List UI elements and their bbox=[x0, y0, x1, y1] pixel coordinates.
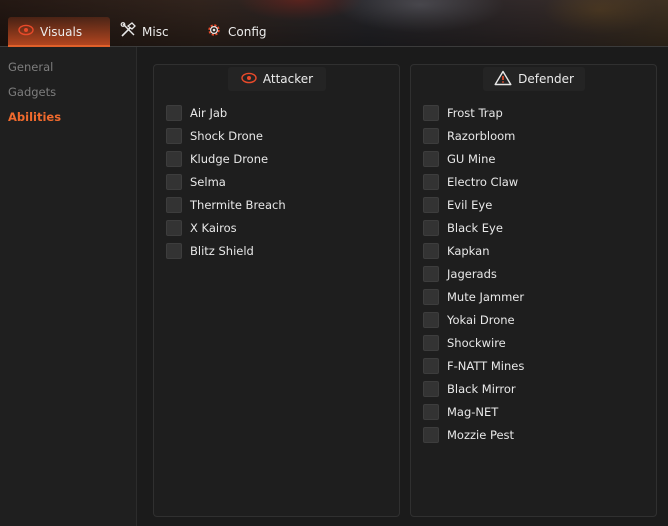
attacker-ability-row[interactable]: Shock Drone bbox=[166, 127, 263, 144]
tab-config[interactable]: Config bbox=[196, 17, 286, 46]
attacker-ability-row[interactable]: Selma bbox=[166, 173, 226, 190]
attacker-ability-checkbox[interactable] bbox=[166, 173, 182, 190]
tab-misc[interactable]: Misc bbox=[110, 17, 196, 46]
defender-title: Defender bbox=[518, 72, 574, 86]
defender-ability-checkbox[interactable] bbox=[423, 403, 439, 420]
sidebar: General Gadgets Abilities bbox=[0, 47, 137, 526]
defender-ability-row[interactable]: Mag-NET bbox=[423, 403, 498, 420]
defender-ability-label: Razorbloom bbox=[447, 128, 516, 143]
defender-ability-row[interactable]: Electro Claw bbox=[423, 173, 518, 190]
attacker-ability-row[interactable]: Air Jab bbox=[166, 104, 227, 121]
eye-icon bbox=[241, 72, 263, 87]
sidebar-item-abilities[interactable]: Abilities bbox=[8, 110, 61, 124]
defender-ability-label: Black Eye bbox=[447, 220, 503, 235]
defender-ability-checkbox[interactable] bbox=[423, 219, 439, 236]
defender-ability-label: F-NATT Mines bbox=[447, 358, 525, 373]
defender-ability-row[interactable]: Black Eye bbox=[423, 219, 503, 236]
defender-ability-checkbox[interactable] bbox=[423, 196, 439, 213]
defender-header: Defender bbox=[483, 67, 585, 91]
attacker-ability-label: Shock Drone bbox=[190, 128, 263, 143]
attacker-ability-label: Kludge Drone bbox=[190, 151, 269, 166]
attacker-ability-checkbox[interactable] bbox=[166, 150, 182, 167]
attacker-ability-label: Thermite Breach bbox=[190, 197, 286, 212]
main-content: Attacker Air Jab Shock Drone Kludge Drone S… bbox=[138, 47, 668, 526]
tab-visuals[interactable]: Visuals bbox=[8, 17, 110, 47]
attacker-ability-label: X Kairos bbox=[190, 220, 237, 235]
attacker-ability-label: Air Jab bbox=[190, 105, 228, 120]
defender-ability-label: Yokai Drone bbox=[447, 312, 515, 327]
tab-misc-label: Misc bbox=[142, 24, 169, 39]
defender-ability-row[interactable]: Shockwire bbox=[423, 334, 506, 351]
attacker-title: Attacker bbox=[262, 72, 314, 86]
sidebar-item-gadgets[interactable]: Gadgets bbox=[8, 85, 56, 99]
attacker-ability-checkbox[interactable] bbox=[166, 219, 182, 236]
tools-icon bbox=[120, 22, 142, 41]
attacker-header: Attacker bbox=[228, 67, 326, 91]
defender-panel: Defender Frost Trap Razorbloom GU Mine Elec… bbox=[410, 64, 657, 517]
defender-ability-checkbox[interactable] bbox=[423, 380, 439, 397]
defender-ability-label: Mute Jammer bbox=[447, 289, 525, 304]
defender-ability-row[interactable]: Yokai Drone bbox=[423, 311, 515, 328]
defender-ability-checkbox[interactable] bbox=[423, 265, 439, 282]
defender-ability-label: GU Mine bbox=[447, 151, 496, 166]
defender-ability-label: Evil Eye bbox=[447, 197, 493, 212]
attacker-ability-checkbox[interactable] bbox=[166, 196, 182, 213]
defender-ability-checkbox[interactable] bbox=[423, 127, 439, 144]
defender-ability-checkbox[interactable] bbox=[423, 357, 439, 374]
defender-ability-checkbox[interactable] bbox=[423, 311, 439, 328]
defender-ability-row[interactable]: Jagerads bbox=[423, 265, 497, 282]
sidebar-item-general[interactable]: General bbox=[8, 60, 53, 74]
defender-ability-row[interactable]: Razorbloom bbox=[423, 127, 515, 144]
defender-ability-checkbox[interactable] bbox=[423, 288, 439, 305]
defender-ability-label: Kapkan bbox=[447, 243, 490, 258]
defender-ability-row[interactable]: Kapkan bbox=[423, 242, 489, 259]
attacker-ability-label: Selma bbox=[190, 174, 226, 189]
defender-ability-checkbox[interactable] bbox=[423, 334, 439, 351]
defender-ability-label: Frost Trap bbox=[447, 105, 503, 120]
defender-ability-row[interactable]: Frost Trap bbox=[423, 104, 503, 121]
defender-ability-label: Mag-NET bbox=[447, 404, 499, 419]
tab-config-label: Config bbox=[228, 24, 267, 39]
attacker-ability-label: Blitz Shield bbox=[190, 243, 254, 258]
defender-ability-checkbox[interactable] bbox=[423, 150, 439, 167]
attacker-ability-row[interactable]: Blitz Shield bbox=[166, 242, 254, 259]
warning-icon bbox=[494, 70, 518, 89]
defender-ability-row[interactable]: Evil Eye bbox=[423, 196, 492, 213]
attacker-ability-row[interactable]: X Kairos bbox=[166, 219, 237, 236]
defender-ability-checkbox[interactable] bbox=[423, 173, 439, 190]
attacker-ability-checkbox[interactable] bbox=[166, 242, 182, 259]
tab-visuals-label: Visuals bbox=[40, 24, 83, 39]
eye-icon bbox=[18, 24, 40, 39]
attacker-ability-row[interactable]: Thermite Breach bbox=[166, 196, 286, 213]
attacker-panel: Attacker Air Jab Shock Drone Kludge Drone S… bbox=[153, 64, 400, 517]
attacker-ability-row[interactable]: Kludge Drone bbox=[166, 150, 268, 167]
defender-ability-checkbox[interactable] bbox=[423, 104, 439, 121]
defender-ability-label: Black Mirror bbox=[447, 381, 516, 396]
defender-ability-row[interactable]: Mozzie Pest bbox=[423, 426, 514, 443]
defender-ability-row[interactable]: Black Mirror bbox=[423, 380, 516, 397]
defender-ability-row[interactable]: GU Mine bbox=[423, 150, 495, 167]
attacker-ability-checkbox[interactable] bbox=[166, 127, 182, 144]
defender-ability-row[interactable]: F-NATT Mines bbox=[423, 357, 524, 374]
gear-icon bbox=[206, 22, 228, 41]
defender-ability-label: Electro Claw bbox=[447, 174, 519, 189]
defender-ability-row[interactable]: Mute Jammer bbox=[423, 288, 524, 305]
defender-ability-label: Jagerads bbox=[447, 266, 497, 281]
defender-ability-label: Shockwire bbox=[447, 335, 506, 350]
attacker-ability-checkbox[interactable] bbox=[166, 104, 182, 121]
defender-ability-checkbox[interactable] bbox=[423, 426, 439, 443]
defender-ability-label: Mozzie Pest bbox=[447, 427, 515, 442]
defender-ability-checkbox[interactable] bbox=[423, 242, 439, 259]
